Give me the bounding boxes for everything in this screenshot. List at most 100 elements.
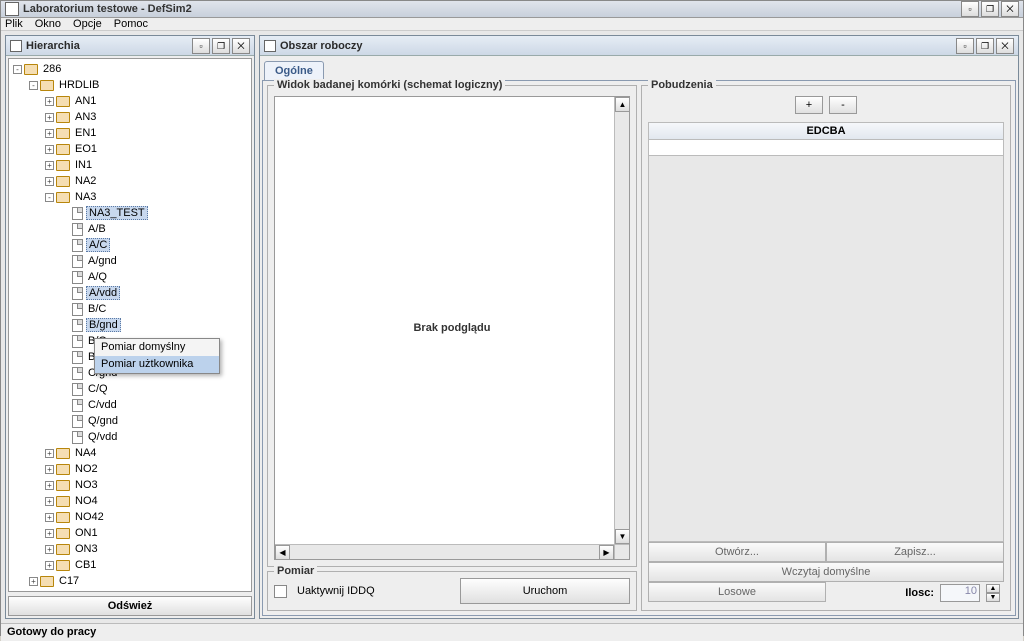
tree-item[interactable]: +C17 <box>9 573 251 589</box>
hier-min-button[interactable]: ▫ <box>192 38 210 54</box>
expand-icon[interactable]: + <box>45 113 54 122</box>
save-button[interactable]: Zapisz... <box>826 542 1004 562</box>
expand-icon[interactable]: + <box>45 561 54 570</box>
folder-icon <box>56 160 70 171</box>
scroll-up-icon[interactable]: ▲ <box>615 97 630 112</box>
tree-item[interactable]: +EN1 <box>9 125 251 141</box>
expand-icon[interactable]: + <box>45 513 54 522</box>
ilosc-input[interactable]: 10 <box>940 584 980 602</box>
scroll-down-icon[interactable]: ▼ <box>615 529 630 544</box>
tree-item[interactable]: +EO1 <box>9 141 251 157</box>
expand-icon[interactable]: + <box>45 545 54 554</box>
tree-item[interactable]: A/vdd <box>9 285 251 301</box>
tree-item[interactable]: A/C <box>9 237 251 253</box>
ilosc-spinner[interactable]: ▲ ▼ <box>986 584 1000 602</box>
expand-icon[interactable]: + <box>45 177 54 186</box>
tree-item[interactable]: C/Q <box>9 381 251 397</box>
expand-icon[interactable]: + <box>45 497 54 506</box>
ctx-pomiar-default[interactable]: Pomiar domyślny <box>95 339 219 356</box>
tree-item[interactable]: + IN1 <box>9 157 251 173</box>
tree-item[interactable]: B/gnd <box>9 317 251 333</box>
spinner-down-icon[interactable]: ▼ <box>986 593 1000 602</box>
scroll-left-icon[interactable]: ◀ <box>275 545 290 560</box>
menu-okno[interactable]: Okno <box>35 18 61 30</box>
ws-max-button[interactable]: ❐ <box>976 38 994 54</box>
tree-item[interactable]: +ON1 <box>9 525 251 541</box>
collapse-icon[interactable]: - <box>13 65 22 74</box>
expand-icon[interactable]: + <box>45 449 54 458</box>
tree-item[interactable]: +AN3 <box>9 109 251 125</box>
tree-item[interactable]: +NA2 <box>9 173 251 189</box>
tree-item[interactable]: B/C <box>9 301 251 317</box>
tree-label: NA3 <box>73 191 98 203</box>
expand-icon[interactable]: + <box>45 129 54 138</box>
tree-item[interactable]: Q/gnd <box>9 413 251 429</box>
tree-label: IN1 <box>73 159 94 171</box>
expand-icon[interactable]: + <box>45 97 54 106</box>
minimize-button[interactable]: ▫ <box>961 1 979 17</box>
expand-icon[interactable]: + <box>45 145 54 154</box>
file-icon <box>72 431 83 444</box>
tree-item[interactable]: +ON3 <box>9 541 251 557</box>
maximize-button[interactable]: ❐ <box>981 1 999 17</box>
load-default-button[interactable]: Wczytaj domyślne <box>648 562 1004 582</box>
menu-plik[interactable]: Plik <box>5 18 23 30</box>
file-icon <box>72 383 83 396</box>
tree-item[interactable]: +AN1 <box>9 93 251 109</box>
stimuli-row[interactable] <box>648 140 1004 156</box>
tree-item[interactable]: +CB1 <box>9 557 251 573</box>
collapse-icon[interactable]: - <box>29 81 38 90</box>
tree-spacer <box>61 225 70 234</box>
random-button[interactable]: Losowe <box>648 582 826 602</box>
app-icon <box>5 2 19 16</box>
tree-item[interactable]: A/B <box>9 221 251 237</box>
expand-icon[interactable]: + <box>45 465 54 474</box>
tree-item[interactable]: -286 <box>9 61 251 77</box>
expand-icon[interactable]: + <box>45 529 54 538</box>
horizontal-scrollbar[interactable]: ◀ ▶ <box>275 544 614 559</box>
tree-item[interactable]: NA3_TEST <box>9 205 251 221</box>
refresh-button[interactable]: Odśwież <box>8 596 252 616</box>
collapse-icon[interactable]: - <box>45 193 54 202</box>
tree-spacer <box>61 385 70 394</box>
tree-item[interactable]: +NO3 <box>9 477 251 493</box>
minus-button[interactable]: - <box>829 96 857 114</box>
tree-spacer <box>61 337 70 346</box>
tree-label: NA4 <box>73 447 98 459</box>
spinner-up-icon[interactable]: ▲ <box>986 584 1000 593</box>
tree-item[interactable]: + NA4 <box>9 445 251 461</box>
expand-icon[interactable]: + <box>45 481 54 490</box>
iddq-checkbox[interactable] <box>274 585 287 598</box>
tree-item[interactable]: +NO42 <box>9 509 251 525</box>
menu-pomoc[interactable]: Pomoc <box>114 18 148 30</box>
ctx-pomiar-user[interactable]: Pomiar użtkownika <box>95 356 219 373</box>
tree-item[interactable]: +NO4 <box>9 493 251 509</box>
tree-item[interactable]: A/Q <box>9 269 251 285</box>
open-button[interactable]: Otwórz... <box>648 542 826 562</box>
schematic-view[interactable]: Brak podglądu ▲ ▼ ◀ ▶ <box>274 96 630 560</box>
folder-icon <box>56 528 70 539</box>
tab-ogolne[interactable]: Ogólne <box>264 61 324 81</box>
ws-min-button[interactable]: ▫ <box>956 38 974 54</box>
tree-item[interactable]: C/vdd <box>9 397 251 413</box>
expand-icon[interactable]: + <box>45 161 54 170</box>
hier-close-button[interactable]: ⨉ <box>232 38 250 54</box>
ws-close-button[interactable]: ⨉ <box>996 38 1014 54</box>
hierarchy-tree[interactable]: -286-HRDLIB+AN1+AN3+EN1+EO1+IN1+NA2-NA3N… <box>8 58 252 592</box>
menu-opcje[interactable]: Opcje <box>73 18 102 30</box>
tree-item[interactable]: A/gnd <box>9 253 251 269</box>
hier-max-button[interactable]: ❐ <box>212 38 230 54</box>
pobudzenia-group: Pobudzenia + - EDCBA Otwórz... Zapisz... <box>641 85 1011 611</box>
tree-item[interactable]: - NA3 <box>9 189 251 205</box>
plus-button[interactable]: + <box>795 96 823 114</box>
run-button[interactable]: Uruchom <box>460 578 630 604</box>
scroll-right-icon[interactable]: ▶ <box>599 545 614 560</box>
tree-item[interactable]: -HRDLIB <box>9 77 251 93</box>
vertical-scrollbar[interactable]: ▲ ▼ <box>614 97 629 544</box>
stimuli-area[interactable] <box>648 156 1004 542</box>
tree-item[interactable]: Q/vdd <box>9 429 251 445</box>
left-column: Widok badanej komórki (schemat logiczny)… <box>267 85 637 611</box>
tree-item[interactable]: +NO2 <box>9 461 251 477</box>
close-button[interactable]: ⨉ <box>1001 1 1019 17</box>
expand-icon[interactable]: + <box>29 577 38 586</box>
